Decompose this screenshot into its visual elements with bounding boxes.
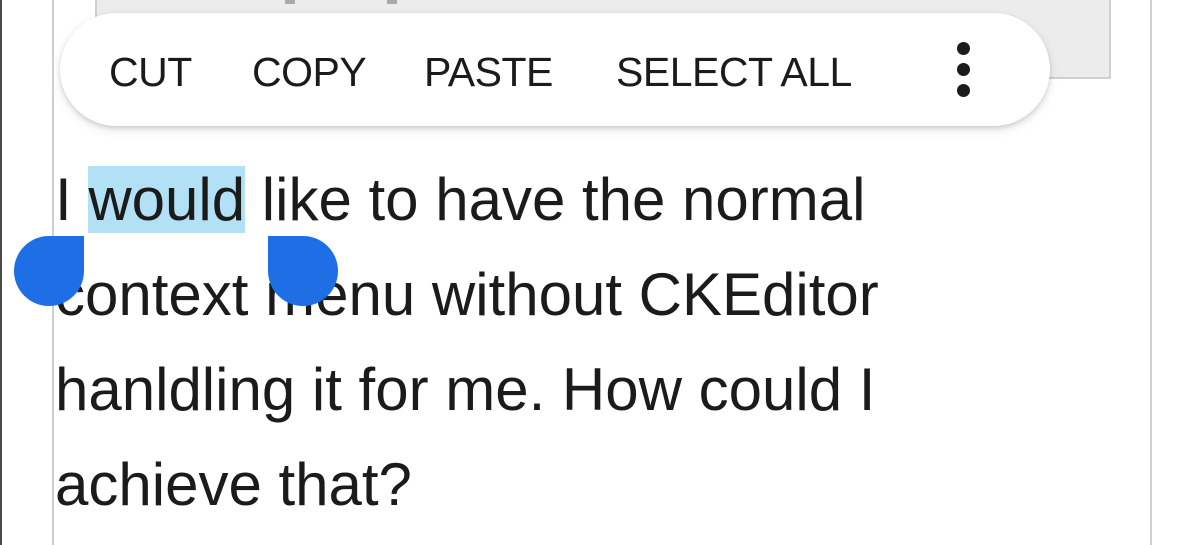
text-line-2: context menu without CKEditor <box>55 261 879 328</box>
dot <box>957 42 970 55</box>
dot <box>957 84 970 97</box>
select-all-button[interactable]: SELECT ALL <box>616 50 852 94</box>
text-line-1: I would like to have the normal <box>55 152 879 247</box>
text-selection-toolbar: CUT COPY PASTE SELECT ALL <box>60 13 1050 126</box>
window-left-edge <box>0 0 2 545</box>
selection-handle-end[interactable] <box>268 236 338 306</box>
dot <box>957 63 970 76</box>
top-panel-fragment <box>387 0 397 4</box>
screen: I would like to have the normal context … <box>0 0 1200 545</box>
paste-button[interactable]: PASTE <box>424 50 553 94</box>
text-line-3: hanldling it for me. How could I <box>55 356 876 423</box>
text-segment: I <box>55 166 89 233</box>
text-line-4: achieve that? <box>55 451 412 518</box>
editor-content[interactable]: I would like to have the normal context … <box>55 152 879 532</box>
top-panel-fragment <box>285 0 295 4</box>
more-vert-icon[interactable] <box>944 41 984 99</box>
selection-handle-start[interactable] <box>14 236 84 306</box>
copy-button[interactable]: COPY <box>252 50 367 94</box>
text-segment: like to have the normal <box>245 166 866 233</box>
selected-word[interactable]: would <box>88 166 246 233</box>
cut-button[interactable]: CUT <box>109 50 192 94</box>
